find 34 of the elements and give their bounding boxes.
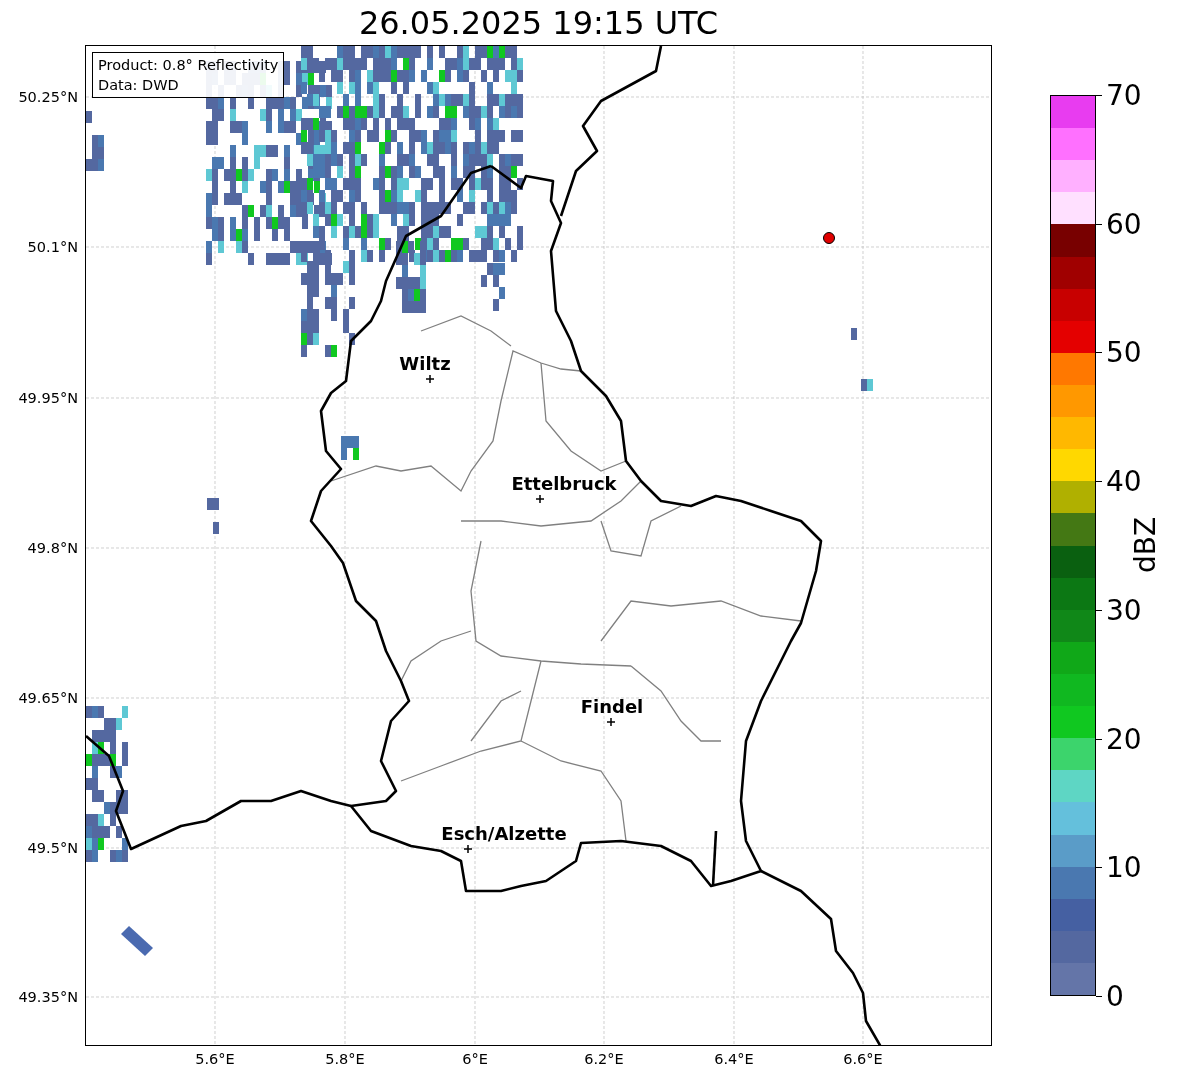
latitude-label: 49.8°N [27, 540, 78, 556]
colorbar-axis-label: dBZ [1128, 516, 1162, 574]
colorbar-tick-label: 20 [1106, 722, 1142, 756]
latitude-label: 49.65°N [18, 690, 78, 706]
city-label: Ettelbruck [511, 472, 617, 494]
info-text: Product: 0.8° Reflectivity [98, 56, 279, 75]
longitude-label: 5.6°E [195, 1051, 235, 1067]
cross-marker-icon [535, 494, 545, 504]
cross-marker-icon [463, 844, 473, 854]
cross-marker-icon [606, 717, 616, 727]
longitude-label: 6.6°E [843, 1051, 883, 1067]
latitude-label: 49.35°N [18, 989, 78, 1005]
colorbar-tick-label: 10 [1106, 850, 1142, 884]
city-label: Findel [580, 695, 644, 717]
latitude-label: 50.25°N [18, 89, 78, 105]
colorbar-tick-label: 70 [1106, 78, 1142, 112]
longitude-label: 5.8°E [325, 1051, 365, 1067]
city-label: Wiltz [399, 352, 451, 374]
colorbar-tick-label: 30 [1106, 593, 1142, 627]
longitude-label: 6°E [462, 1051, 488, 1067]
cross-marker-icon [425, 374, 435, 384]
colorbar-tick-label: 50 [1106, 335, 1142, 369]
latitude-label: 49.95°N [18, 390, 78, 406]
longitude-label: 6.4°E [714, 1051, 754, 1067]
latitude-label: 49.5°N [27, 840, 78, 856]
colorbar-tick-label: 0 [1106, 979, 1124, 1013]
city-label: Esch/Alzette [441, 822, 567, 844]
longitude-label: 6.2°E [584, 1051, 624, 1067]
chart-title: 26.05.2025 19:15 UTC [357, 2, 720, 44]
colorbar-tick-label: 40 [1106, 464, 1142, 498]
info-text: Data: DWD [98, 76, 180, 95]
colorbar-tick-label: 60 [1106, 207, 1142, 241]
radar-site-marker [823, 232, 835, 244]
latitude-label: 50.1°N [27, 239, 78, 255]
